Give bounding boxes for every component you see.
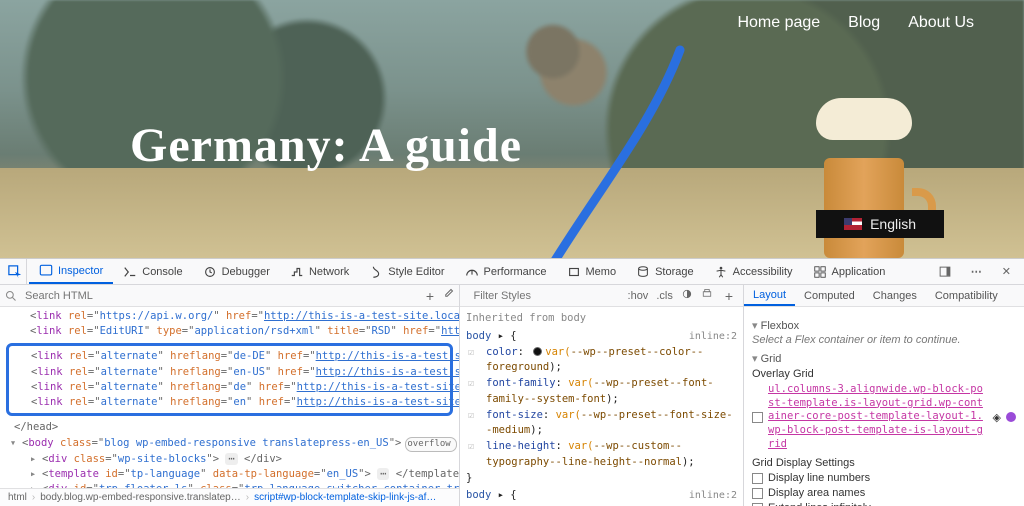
tab-inspector-label: Inspector (58, 265, 103, 277)
search-icon (5, 290, 17, 302)
grid-color-swatch[interactable] (1006, 412, 1016, 422)
print-media-toggle[interactable] (701, 288, 713, 303)
tab-application[interactable]: Application (803, 259, 896, 284)
opt-area-names-label: Display area names (768, 487, 865, 499)
tab-style-editor[interactable]: Style Editor (359, 259, 454, 284)
eyedropper-button[interactable] (442, 288, 454, 303)
tab-style-editor-label: Style Editor (388, 266, 444, 278)
tab-debugger-label: Debugger (222, 266, 270, 278)
html-search-input[interactable] (21, 288, 418, 304)
opt-line-numbers-checkbox[interactable] (752, 473, 763, 484)
tab-accessibility-label: Accessibility (733, 266, 793, 278)
layout-panel: Layout Computed Changes Compatibility ▾ … (744, 285, 1024, 506)
language-label: English (870, 216, 916, 232)
tab-memory-label: Memo (586, 266, 617, 278)
flexbox-heading: Flexbox (761, 320, 800, 332)
nav-blog[interactable]: Blog (848, 14, 880, 32)
lightdark-toggle[interactable] (681, 288, 693, 303)
grid-locate-icon[interactable]: ◈ (993, 411, 1001, 424)
flag-us-icon (844, 218, 862, 230)
opt-area-names-checkbox[interactable] (752, 488, 763, 499)
sidebar-tab-layout[interactable]: Layout (744, 285, 795, 306)
crumb-html[interactable]: html (6, 492, 29, 503)
crumb-current[interactable]: script#wp-block-template-skip-link-js-af… (252, 492, 438, 503)
tab-performance-label: Performance (484, 266, 547, 278)
tab-performance[interactable]: Performance (455, 259, 557, 284)
grid-heading: Grid (761, 353, 782, 365)
grid-overlay-checkbox[interactable] (752, 412, 763, 423)
add-rule-button[interactable]: + (721, 288, 737, 304)
grid-node-link[interactable]: ul.columns-3.alignwide.wp-block-post-tem… (768, 383, 988, 451)
overlay-grid-label: Overlay Grid (752, 368, 1016, 380)
site-nav: Home page Blog About Us (737, 14, 974, 32)
crumb-body[interactable]: body.blog.wp-embed-responsive.translatep… (38, 492, 242, 503)
highlighted-hreflang-links: <link rel="alternate" hreflang="de-DE" h… (6, 343, 453, 416)
flexbox-empty-msg: Select a Flex container or item to conti… (752, 334, 1016, 346)
tab-network[interactable]: Network (280, 259, 359, 284)
grid-toggle-icon[interactable]: ▾ (752, 353, 758, 365)
nav-about[interactable]: About Us (908, 14, 974, 32)
hero-title: Germany: A guide (130, 118, 522, 173)
hov-toggle[interactable]: :hov (628, 290, 649, 302)
tab-console[interactable]: Console (113, 259, 192, 284)
opt-line-numbers-label: Display line numbers (768, 472, 870, 484)
tab-memory[interactable]: Memo (557, 259, 627, 284)
sidebar-tab-changes[interactable]: Changes (864, 285, 926, 306)
element-picker-button[interactable] (3, 259, 27, 284)
tab-accessibility[interactable]: Accessibility (704, 259, 803, 284)
markup-panel: + <link rel="https://api.w.org/" href="h… (0, 285, 460, 506)
html-tree[interactable]: <link rel="https://api.w.org/" href="htt… (0, 307, 459, 488)
flexbox-toggle-icon[interactable]: ▾ (752, 320, 758, 332)
tab-network-label: Network (309, 266, 349, 278)
cls-toggle[interactable]: .cls (656, 290, 673, 302)
devtools-tabbar: Inspector Console Debugger Network Style… (0, 259, 1024, 285)
sidebar-tab-compatibility[interactable]: Compatibility (926, 285, 1007, 306)
opt-extend-lines-label: Extend lines infinitely (768, 502, 871, 506)
tab-storage-label: Storage (655, 266, 694, 278)
devtools-more-button[interactable]: ⋯ (961, 259, 992, 284)
tab-debugger[interactable]: Debugger (193, 259, 280, 284)
tab-inspector[interactable]: Inspector (29, 259, 113, 284)
tab-application-label: Application (832, 266, 886, 278)
styles-filter-input[interactable] (470, 288, 620, 304)
tab-storage[interactable]: Storage (626, 259, 704, 284)
add-element-button[interactable]: + (422, 288, 438, 304)
rules-panel: :hov .cls + Inherited from body body ▸ {… (460, 285, 744, 506)
hero-banner: Home page Blog About Us Germany: A guide… (0, 0, 1024, 258)
devtools-panel: Inspector Console Debugger Network Style… (0, 258, 1024, 506)
inherited-from-label: Inherited from body (466, 311, 737, 327)
html-breadcrumb[interactable]: html › body.blog.wp-embed-responsive.tra… (0, 488, 459, 506)
styles-list[interactable]: Inherited from body body ▸ { inline:2 co… (460, 307, 743, 506)
sidebar-tab-computed[interactable]: Computed (795, 285, 864, 306)
devtools-dock-button[interactable] (929, 259, 961, 284)
grid-display-settings-label: Grid Display Settings (752, 457, 1016, 469)
tab-console-label: Console (142, 266, 182, 278)
devtools-close-button[interactable]: ✕ (992, 259, 1021, 284)
nav-home[interactable]: Home page (737, 14, 820, 32)
language-switcher[interactable]: English (816, 210, 944, 238)
